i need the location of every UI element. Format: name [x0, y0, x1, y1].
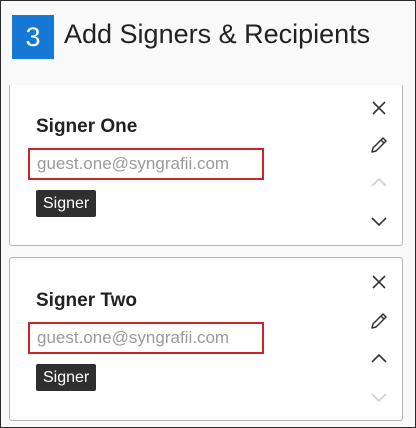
chevron-up-icon [371, 177, 387, 187]
role-badge: Signer [36, 364, 97, 391]
chevron-up-icon [371, 353, 387, 363]
signer-card: Signer One guest.one@syngrafii.com Signe… [9, 85, 403, 246]
signer-email-field[interactable]: guest.one@syngrafii.com [28, 322, 264, 354]
page-title: Add Signers & Recipients [64, 19, 371, 49]
step-header: 3 Add Signers & Recipients [1, 1, 415, 85]
edit-signer-button[interactable] [366, 308, 392, 334]
signer-name: Signer One [36, 116, 138, 137]
signer-email: guest.one@syngrafii.com [37, 154, 230, 173]
remove-signer-button[interactable] [366, 95, 392, 121]
signer-card: Signer Two guest.one@syngrafii.com Signe… [9, 257, 403, 421]
pencil-icon [371, 313, 387, 329]
chevron-down-icon [371, 393, 387, 403]
panel-frame: 3 Add Signers & Recipients Signer One gu… [0, 0, 416, 428]
signer-name: Signer Two [36, 290, 137, 311]
signer-email: guest.one@syngrafii.com [37, 328, 230, 347]
remove-signer-button[interactable] [366, 269, 392, 295]
move-up-button[interactable] [366, 169, 392, 195]
step-number-badge: 3 [12, 15, 54, 59]
move-up-button[interactable] [366, 345, 392, 371]
close-icon [372, 101, 386, 115]
chevron-down-icon [371, 217, 387, 227]
pencil-icon [371, 137, 387, 153]
signer-email-field[interactable]: guest.one@syngrafii.com [28, 148, 264, 180]
role-badge: Signer [36, 190, 97, 217]
move-down-button[interactable] [366, 385, 392, 411]
move-down-button[interactable] [366, 209, 392, 235]
edit-signer-button[interactable] [366, 132, 392, 158]
close-icon [372, 275, 386, 289]
